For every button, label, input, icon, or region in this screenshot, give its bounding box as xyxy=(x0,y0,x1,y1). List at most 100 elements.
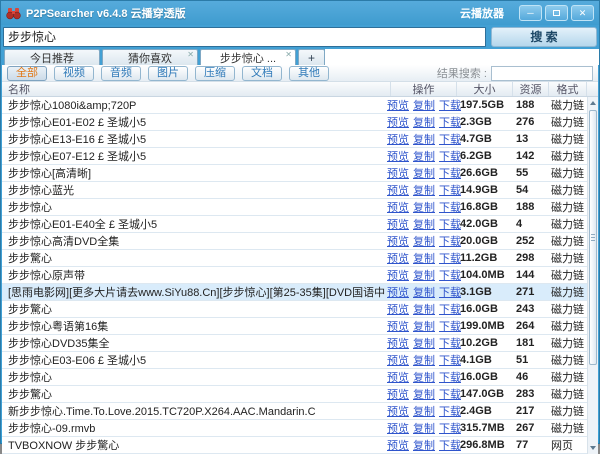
cloud-player-button[interactable]: 云播放器 xyxy=(460,5,504,21)
tab-close-icon[interactable]: ✕ xyxy=(187,50,194,59)
filter-video-button[interactable]: 视频 xyxy=(54,66,94,81)
filter-document-button[interactable]: 文档 xyxy=(242,66,282,81)
result-actions: 预览 复制 下载 xyxy=(391,131,457,147)
table-row[interactable]: 步步惊心 预览 复制 下载 16.8GB 188 磁力链 xyxy=(2,199,598,216)
filter-archive-button[interactable]: 压缩 xyxy=(195,66,235,81)
preview-link[interactable]: 预览 xyxy=(387,301,409,317)
preview-link[interactable]: 预览 xyxy=(387,97,409,113)
minimize-button[interactable]: ─ xyxy=(519,5,542,21)
table-row[interactable]: 步步惊心E01-E40全 £ 圣城小5 预览 复制 下载 42.0GB 4 磁力… xyxy=(2,216,598,233)
table-row[interactable]: 步步惊心E01-E02 £ 圣城小5 预览 复制 下载 2.3GB 276 磁力… xyxy=(2,114,598,131)
maximize-button[interactable] xyxy=(545,5,568,21)
preview-link[interactable]: 预览 xyxy=(387,233,409,249)
copy-link[interactable]: 复制 xyxy=(413,369,435,385)
content-panel: 全部 视频 音频 图片 压缩 文档 其他 结果搜索 : 名称 操作 大小 资源 … xyxy=(2,65,598,425)
copy-link[interactable]: 复制 xyxy=(413,284,435,300)
search-input[interactable] xyxy=(3,27,486,47)
copy-link[interactable]: 复制 xyxy=(413,335,435,351)
table-row[interactable]: TVBOXNOW 步步驚心 预览 复制 下载 296.8MB 77 网页 xyxy=(2,437,598,454)
tab-search-result[interactable]: 步步惊心 ... ✕ xyxy=(200,49,296,65)
table-row[interactable]: 步步驚心 预览 复制 下载 147.0GB 283 磁力链 xyxy=(2,386,598,403)
preview-link[interactable]: 预览 xyxy=(387,267,409,283)
result-search-input[interactable] xyxy=(491,66,593,81)
table-row[interactable]: 步步惊心1080i&amp;720P 预览 复制 下载 197.5GB 188 … xyxy=(2,97,598,114)
preview-link[interactable]: 预览 xyxy=(387,335,409,351)
copy-link[interactable]: 复制 xyxy=(413,420,435,436)
tab-guess-you-like[interactable]: 猜你喜欢 ✕ xyxy=(102,49,198,65)
copy-link[interactable]: 复制 xyxy=(413,97,435,113)
preview-link[interactable]: 预览 xyxy=(387,199,409,215)
header-name[interactable]: 名称 xyxy=(2,82,391,96)
copy-link[interactable]: 复制 xyxy=(413,386,435,402)
scroll-up-icon[interactable] xyxy=(588,98,598,108)
table-row[interactable]: [思雨电影网][更多大片请去www.SiYu88.Cn][步步惊心][第25-3… xyxy=(2,284,598,301)
copy-link[interactable]: 复制 xyxy=(413,267,435,283)
preview-link[interactable]: 预览 xyxy=(387,403,409,419)
search-button[interactable]: 搜 索 xyxy=(491,27,597,47)
result-size: 4.1GB xyxy=(457,354,513,366)
result-name: 步步惊心高清DVD全集 xyxy=(2,233,391,249)
table-row[interactable]: 步步惊心粤语第16集 预览 复制 下载 199.0MB 264 磁力链 xyxy=(2,318,598,335)
table-row[interactable]: 步步惊心[高清晰] 预览 复制 下载 26.6GB 55 磁力链 xyxy=(2,165,598,182)
copy-link[interactable]: 复制 xyxy=(413,131,435,147)
tab-close-icon[interactable]: ✕ xyxy=(285,50,292,59)
header-resources[interactable]: 资源 xyxy=(513,82,549,96)
copy-link[interactable]: 复制 xyxy=(413,199,435,215)
header-format[interactable]: 格式 xyxy=(549,82,587,96)
preview-link[interactable]: 预览 xyxy=(387,284,409,300)
preview-link[interactable]: 预览 xyxy=(387,182,409,198)
table-row[interactable]: 步步惊心E03-E06 £ 圣城小5 预览 复制 下载 4.1GB 51 磁力链 xyxy=(2,352,598,369)
table-row[interactable]: 步步惊心蓝光 预览 复制 下载 14.9GB 54 磁力链 xyxy=(2,182,598,199)
copy-link[interactable]: 复制 xyxy=(413,233,435,249)
preview-link[interactable]: 预览 xyxy=(387,250,409,266)
result-resources: 142 xyxy=(513,150,549,162)
preview-link[interactable]: 预览 xyxy=(387,131,409,147)
copy-link[interactable]: 复制 xyxy=(413,352,435,368)
scroll-down-icon[interactable] xyxy=(588,443,598,453)
result-resources: 298 xyxy=(513,252,549,264)
table-row[interactable]: 步步惊心E13-E16 £ 圣城小5 预览 复制 下载 4.7GB 13 磁力链 xyxy=(2,131,598,148)
header-actions[interactable]: 操作 xyxy=(391,82,457,96)
copy-link[interactable]: 复制 xyxy=(413,301,435,317)
preview-link[interactable]: 预览 xyxy=(387,114,409,130)
copy-link[interactable]: 复制 xyxy=(413,403,435,419)
tab-today-recommend[interactable]: 今日推荐 xyxy=(4,49,100,65)
table-row[interactable]: 步步驚心 预览 复制 下载 16.0GB 243 磁力链 xyxy=(2,301,598,318)
copy-link[interactable]: 复制 xyxy=(413,148,435,164)
vertical-scrollbar[interactable] xyxy=(587,97,598,454)
copy-link[interactable]: 复制 xyxy=(413,216,435,232)
copy-link[interactable]: 复制 xyxy=(413,437,435,453)
filter-other-button[interactable]: 其他 xyxy=(289,66,329,81)
copy-link[interactable]: 复制 xyxy=(413,250,435,266)
close-button[interactable]: ✕ xyxy=(571,5,594,21)
scrollbar-thumb[interactable] xyxy=(589,110,597,365)
table-row[interactable]: 步步惊心高清DVD全集 预览 复制 下载 20.0GB 252 磁力链 xyxy=(2,233,598,250)
table-row[interactable]: 步步惊心原声带 预览 复制 下载 104.0MB 144 磁力链 xyxy=(2,267,598,284)
preview-link[interactable]: 预览 xyxy=(387,165,409,181)
filter-audio-button[interactable]: 音频 xyxy=(101,66,141,81)
preview-link[interactable]: 预览 xyxy=(387,148,409,164)
table-row[interactable]: 步步惊心 预览 复制 下载 16.0GB 46 磁力链 xyxy=(2,369,598,386)
table-row[interactable]: 步步惊心-09.rmvb 预览 复制 下载 315.7MB 267 磁力链 xyxy=(2,420,598,437)
preview-link[interactable]: 预览 xyxy=(387,216,409,232)
header-size[interactable]: 大小 xyxy=(457,82,513,96)
new-tab-button[interactable]: + xyxy=(298,49,325,65)
copy-link[interactable]: 复制 xyxy=(413,318,435,334)
tab-label: 今日推荐 xyxy=(30,50,74,66)
preview-link[interactable]: 预览 xyxy=(387,437,409,453)
table-row[interactable]: 步步惊心DVD35集全 预览 复制 下载 10.2GB 181 磁力链 xyxy=(2,335,598,352)
copy-link[interactable]: 复制 xyxy=(413,114,435,130)
preview-link[interactable]: 预览 xyxy=(387,318,409,334)
filter-image-button[interactable]: 图片 xyxy=(148,66,188,81)
preview-link[interactable]: 预览 xyxy=(387,369,409,385)
preview-link[interactable]: 预览 xyxy=(387,386,409,402)
table-row[interactable]: 步步惊心E07-E12 £ 圣城小5 预览 复制 下载 6.2GB 142 磁力… xyxy=(2,148,598,165)
filter-all-button[interactable]: 全部 xyxy=(7,66,47,81)
copy-link[interactable]: 复制 xyxy=(413,182,435,198)
preview-link[interactable]: 预览 xyxy=(387,352,409,368)
result-format: 磁力链 xyxy=(549,335,587,351)
table-row[interactable]: 新步步惊心.Time.To.Love.2015.TC720P.X264.AAC.… xyxy=(2,403,598,420)
table-row[interactable]: 步步驚心 预览 复制 下载 11.2GB 298 磁力链 xyxy=(2,250,598,267)
copy-link[interactable]: 复制 xyxy=(413,165,435,181)
preview-link[interactable]: 预览 xyxy=(387,420,409,436)
